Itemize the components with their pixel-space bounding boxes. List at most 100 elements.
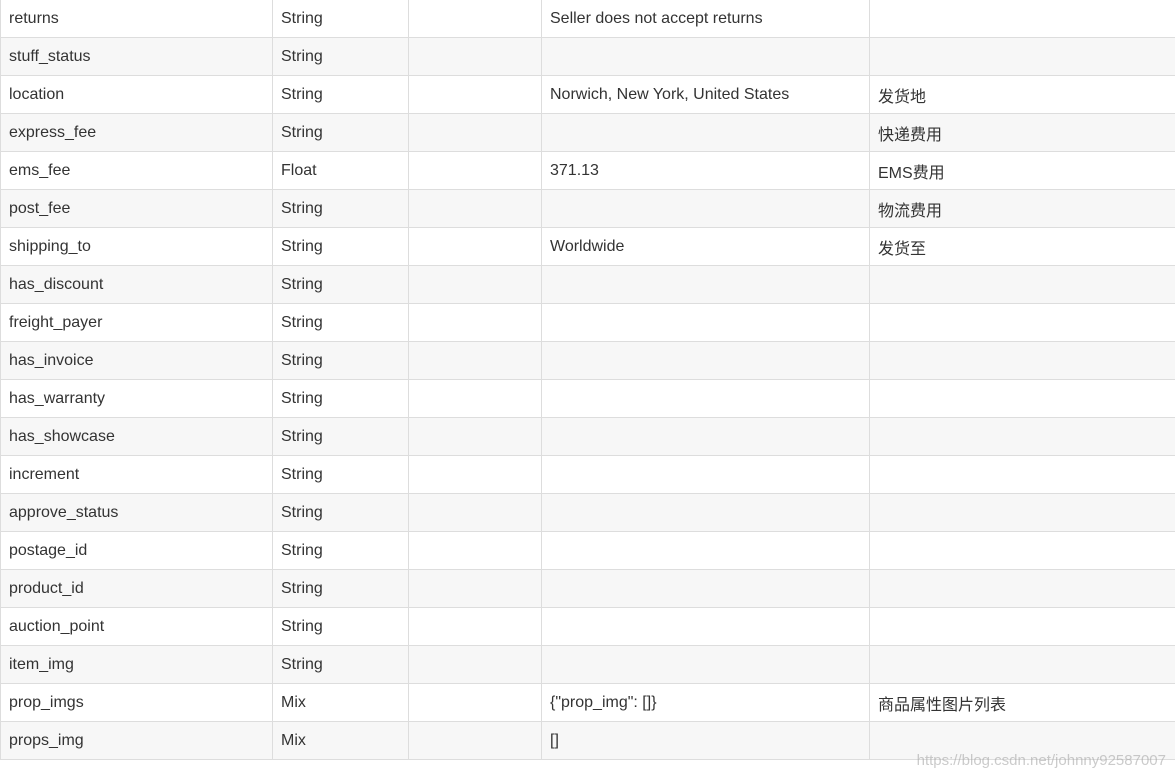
field-description-cell <box>869 341 1175 380</box>
field-type-cell: Mix <box>272 721 409 760</box>
field-sample-cell <box>408 607 542 646</box>
field-type-cell: String <box>272 37 409 76</box>
field-description-cell: 快递费用 <box>869 113 1175 152</box>
table-row: stuff_status String <box>0 37 1175 76</box>
field-value-cell <box>541 455 870 494</box>
field-name-cell: has_invoice <box>0 341 273 380</box>
field-description-cell <box>869 569 1175 608</box>
field-name-cell: post_fee <box>0 189 273 228</box>
field-type-cell: String <box>272 455 409 494</box>
field-description-cell <box>869 493 1175 532</box>
field-description-cell <box>869 379 1175 418</box>
field-value-cell: Seller does not accept returns <box>541 0 870 38</box>
field-type-cell: String <box>272 569 409 608</box>
field-value-cell: 371.13 <box>541 151 870 190</box>
field-sample-cell <box>408 0 542 38</box>
field-sample-cell <box>408 227 542 266</box>
field-sample-cell <box>408 75 542 114</box>
field-description-cell: EMS费用 <box>869 151 1175 190</box>
field-value-cell: Norwich, New York, United States <box>541 75 870 114</box>
field-type-cell: String <box>272 531 409 570</box>
field-description-cell <box>869 645 1175 684</box>
field-value-cell <box>541 531 870 570</box>
field-sample-cell <box>408 569 542 608</box>
field-value-cell <box>541 379 870 418</box>
field-name-cell: location <box>0 75 273 114</box>
field-sample-cell <box>408 417 542 456</box>
field-type-cell: String <box>272 493 409 532</box>
field-type-cell: String <box>272 265 409 304</box>
field-sample-cell <box>408 303 542 342</box>
field-value-cell <box>541 417 870 456</box>
field-name-cell: auction_point <box>0 607 273 646</box>
table-row: ems_fee Float 371.13 EMS费用 <box>0 151 1175 190</box>
field-description-cell: 物流费用 <box>869 189 1175 228</box>
field-name-cell: freight_payer <box>0 303 273 342</box>
field-type-cell: String <box>272 113 409 152</box>
api-field-table: returns String Seller does not accept retu… <box>0 0 1175 760</box>
field-type-cell: String <box>272 0 409 38</box>
table-row: returns String Seller does not accept retu… <box>0 0 1175 38</box>
field-sample-cell <box>408 379 542 418</box>
field-sample-cell <box>408 645 542 684</box>
field-sample-cell <box>408 151 542 190</box>
field-name-cell: item_img <box>0 645 273 684</box>
field-name-cell: prop_imgs <box>0 683 273 722</box>
field-value-cell <box>541 113 870 152</box>
field-name-cell: approve_status <box>0 493 273 532</box>
field-description-cell: 发货至 <box>869 227 1175 266</box>
field-description-cell <box>869 531 1175 570</box>
field-type-cell: String <box>272 341 409 380</box>
field-name-cell: product_id <box>0 569 273 608</box>
field-name-cell: express_fee <box>0 113 273 152</box>
table-row: freight_payer String <box>0 303 1175 342</box>
table-body: returns String Seller does not accept retu… <box>0 0 1175 760</box>
field-type-cell: String <box>272 303 409 342</box>
field-sample-cell <box>408 721 542 760</box>
table-row: has_invoice String <box>0 341 1175 380</box>
field-value-cell <box>541 341 870 380</box>
field-type-cell: String <box>272 189 409 228</box>
field-name-cell: shipping_to <box>0 227 273 266</box>
field-type-cell: Mix <box>272 683 409 722</box>
table-row: has_discount String <box>0 265 1175 304</box>
field-description-cell: 商品属性图片列表 <box>869 683 1175 722</box>
field-type-cell: String <box>272 607 409 646</box>
field-type-cell: String <box>272 75 409 114</box>
field-type-cell: String <box>272 645 409 684</box>
field-name-cell: returns <box>0 0 273 38</box>
field-description-cell <box>869 0 1175 38</box>
field-sample-cell <box>408 265 542 304</box>
field-name-cell: has_warranty <box>0 379 273 418</box>
table-row: express_fee String 快递费用 <box>0 113 1175 152</box>
field-sample-cell <box>408 531 542 570</box>
field-sample-cell <box>408 189 542 228</box>
field-name-cell: stuff_status <box>0 37 273 76</box>
field-description-cell <box>869 455 1175 494</box>
field-type-cell: String <box>272 417 409 456</box>
field-sample-cell <box>408 341 542 380</box>
field-name-cell: props_img <box>0 721 273 760</box>
table-row: auction_point String <box>0 607 1175 646</box>
field-name-cell: increment <box>0 455 273 494</box>
table-row: prop_imgs Mix {"prop_img": []} 商品属性图片列表 <box>0 683 1175 722</box>
table-row: increment String <box>0 455 1175 494</box>
table-row: has_warranty String <box>0 379 1175 418</box>
table-row: post_fee String 物流费用 <box>0 189 1175 228</box>
field-sample-cell <box>408 493 542 532</box>
field-description-cell <box>869 303 1175 342</box>
table-row: props_img Mix [] <box>0 721 1175 760</box>
field-value-cell <box>541 607 870 646</box>
table-row: shipping_to String Worldwide 发货至 <box>0 227 1175 266</box>
table-row: location String Norwich, New York, United … <box>0 75 1175 114</box>
table-row: product_id String <box>0 569 1175 608</box>
table-row: item_img String <box>0 645 1175 684</box>
field-description-cell <box>869 607 1175 646</box>
field-name-cell: has_showcase <box>0 417 273 456</box>
field-value-cell <box>541 189 870 228</box>
field-sample-cell <box>408 455 542 494</box>
field-value-cell <box>541 645 870 684</box>
table-row: approve_status String <box>0 493 1175 532</box>
field-value-cell: {"prop_img": []} <box>541 683 870 722</box>
field-description-cell <box>869 37 1175 76</box>
